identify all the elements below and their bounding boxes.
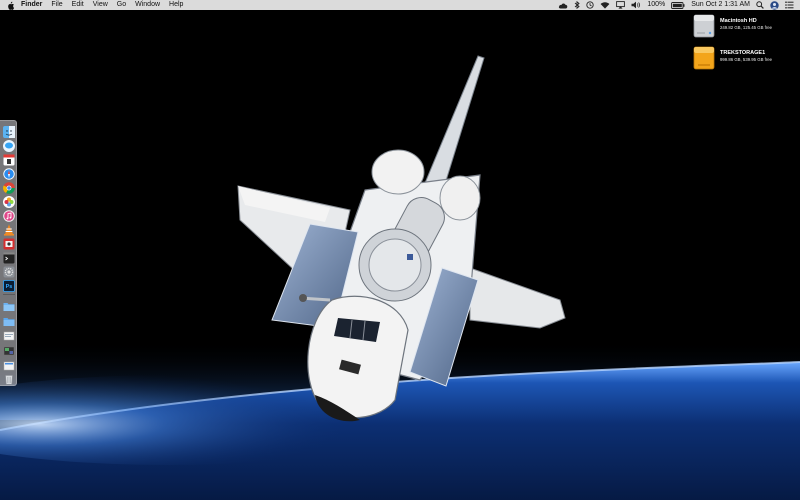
dock-item-applications[interactable] [3, 300, 15, 312]
photos-icon [3, 196, 15, 208]
applications-folder-icon [3, 303, 15, 311]
desktop-wallpaper [0, 0, 800, 500]
battery-percent[interactable]: 100% [647, 0, 665, 10]
screenshots-stack-icon [3, 346, 15, 356]
battery-icon[interactable] [671, 1, 685, 9]
desktop-item-trekstorage1[interactable]: TREKSTORAGE1 999.86 GB, 539.95 GB free [692, 44, 800, 74]
menu-bar: Finder File Edit View Go Window Help 100… [0, 0, 800, 10]
app-menu-finder[interactable]: Finder [21, 0, 42, 10]
chrome-icon [3, 182, 15, 194]
documents-folder-icon [3, 318, 15, 326]
bluetooth-icon[interactable] [574, 1, 581, 9]
clock[interactable]: Sun Oct 2 1:31 AM [691, 0, 750, 10]
terminal-icon [3, 252, 15, 264]
desktop-item-name: TREKSTORAGE1 [720, 50, 766, 56]
desktop-item-info: 999.86 GB, 539.95 GB free [720, 57, 773, 62]
desktop-item-name: Macintosh HD [720, 18, 757, 24]
menu-window[interactable]: Window [135, 0, 160, 10]
apple-icon[interactable] [6, 1, 15, 10]
external-drive-icon [693, 46, 715, 70]
desktop-item-info: 249.82 GB, 125.45 GB free [720, 25, 773, 30]
dock-item-system-preferences[interactable] [3, 266, 15, 278]
dock-item-terminal[interactable] [3, 252, 15, 264]
dock-item-documents[interactable] [3, 315, 15, 327]
user-avatar-icon[interactable] [770, 0, 779, 10]
notification-center-icon[interactable] [785, 1, 794, 9]
dock-item-photos[interactable] [3, 196, 15, 208]
desktop-item-macintosh-hd[interactable]: Macintosh HD 249.82 GB, 125.45 GB free [692, 12, 800, 42]
time-machine-icon[interactable] [586, 1, 594, 9]
messages-icon [3, 140, 15, 152]
vlc-icon [4, 224, 14, 236]
dock-item-chrome[interactable] [3, 182, 15, 194]
airplay-icon[interactable] [616, 1, 626, 9]
dock-item-finder[interactable] [3, 126, 15, 138]
trash-icon [5, 375, 13, 385]
dock-item-calendar[interactable] [3, 154, 15, 166]
dock-item-safari[interactable] [3, 168, 15, 180]
system-preferences-icon [3, 266, 15, 278]
hard-drive-icon [693, 14, 715, 38]
dock-separator [3, 294, 15, 295]
search-icon[interactable] [756, 1, 764, 9]
dock-item-trash[interactable] [3, 373, 15, 385]
menu-view[interactable]: View [93, 0, 108, 10]
dock-item-messages[interactable] [3, 140, 15, 152]
photo-booth-icon [3, 238, 15, 250]
dock-item-downloads[interactable] [3, 330, 15, 342]
recent-stack-icon [3, 361, 15, 371]
dock-item-photoshop[interactable]: Ps [3, 280, 15, 292]
photoshop-icon: Ps [3, 280, 15, 292]
dock-item-vlc[interactable] [3, 224, 15, 236]
downloads-stack-icon [3, 331, 15, 341]
dock-item-photo-booth[interactable] [3, 238, 15, 250]
photoshop-label: Ps [6, 284, 13, 290]
dock: Ps [0, 120, 17, 386]
menu-file[interactable]: File [51, 0, 62, 10]
menu-help[interactable]: Help [169, 0, 183, 10]
volume-icon[interactable] [631, 1, 641, 9]
menu-edit[interactable]: Edit [72, 0, 84, 10]
dock-item-recent[interactable] [3, 360, 15, 372]
finder-icon [3, 126, 15, 138]
safari-icon [3, 168, 15, 180]
calendar-icon [3, 154, 15, 166]
wifi-icon[interactable] [600, 1, 610, 9]
menu-go[interactable]: Go [117, 0, 126, 10]
dock-item-screenshots[interactable] [3, 345, 15, 357]
dock-item-itunes[interactable] [3, 210, 15, 222]
cloud-icon[interactable] [558, 2, 568, 9]
itunes-icon [3, 210, 15, 222]
